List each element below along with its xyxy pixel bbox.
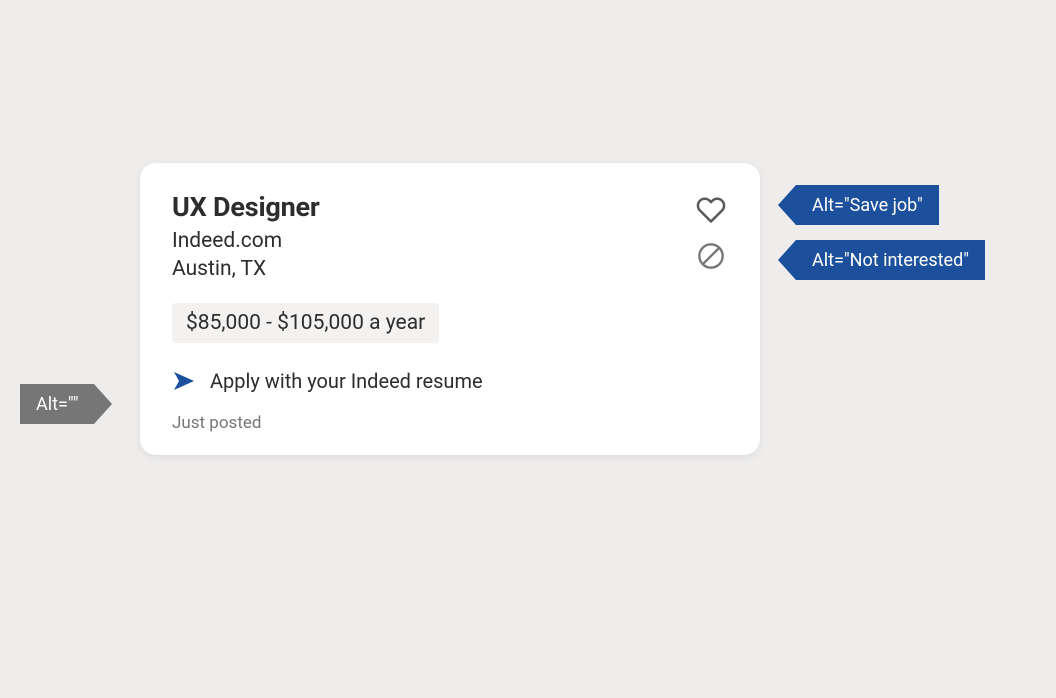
salary-chip: $85,000 - $105,000 a year — [172, 303, 439, 343]
annotation-label: Alt="Save job" — [796, 185, 939, 225]
block-icon[interactable] — [694, 239, 728, 273]
annotation-label: Alt="Not interested" — [796, 240, 985, 280]
annotation-not-interested: Alt="Not interested" — [778, 240, 985, 280]
send-icon — [172, 369, 196, 393]
apply-row[interactable]: Apply with your Indeed resume — [172, 369, 728, 393]
annotation-label: Alt="" — [20, 384, 94, 424]
posted-label: Just posted — [172, 413, 728, 433]
apply-text: Apply with your Indeed resume — [210, 369, 483, 393]
job-card: UX Designer Indeed.com Austin, TX — [140, 163, 760, 455]
heart-icon[interactable] — [694, 193, 728, 227]
job-location: Austin, TX — [172, 257, 320, 281]
job-title: UX Designer — [172, 191, 320, 223]
job-company: Indeed.com — [172, 229, 320, 253]
annotation-apply-icon: Alt="" — [20, 384, 112, 424]
annotation-save-job: Alt="Save job" — [778, 185, 939, 225]
